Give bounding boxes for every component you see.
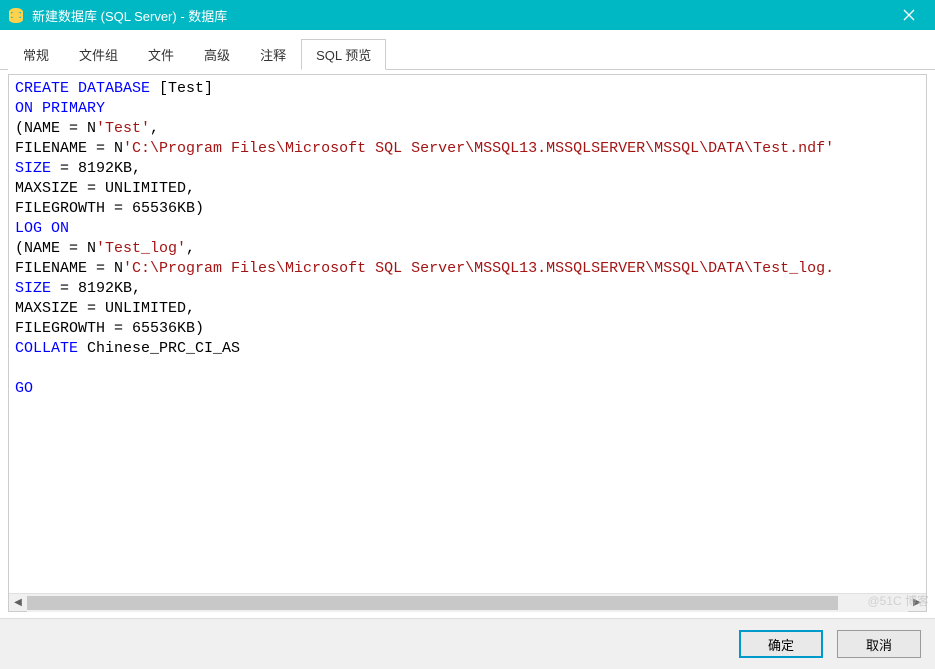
sql-token: (NAME = N [15,120,96,137]
scroll-track[interactable] [27,594,908,612]
sql-token: [Test] [150,80,213,97]
sql-token: , [186,240,195,257]
tab-comments[interactable]: 注释 [245,39,301,70]
sql-token: SIZE [15,160,51,177]
sql-token: LOG [15,220,42,237]
tab-bar: 常规 文件组 文件 高级 注释 SQL 预览 [0,30,935,70]
sql-token: , [150,120,159,137]
sql-token: CREATE [15,80,69,97]
titlebar: 新建数据库 (SQL Server) - 数据库 [0,0,935,30]
sql-token: (NAME = N [15,240,96,257]
close-icon [903,9,915,21]
horizontal-scrollbar[interactable]: ◀ ▶ [9,593,926,611]
sql-token: 'C:\Program Files\Microsoft SQL Server\M… [123,260,834,277]
sql-token: COLLATE [15,340,78,357]
sql-token: 'Test' [96,120,150,137]
sql-token: FILENAME = N [15,140,123,157]
sql-editor[interactable]: CREATE DATABASE [Test] ON PRIMARY (NAME … [9,75,926,593]
sql-token: GO [15,380,33,397]
sql-token: 'C:\Program Files\Microsoft SQL Server\M… [123,140,834,157]
sql-token: SIZE [15,280,51,297]
sql-token: FILEGROWTH = 65536KB) [15,320,204,337]
sql-editor-wrap: CREATE DATABASE [Test] ON PRIMARY (NAME … [8,74,927,612]
sql-token: 'Test_log' [96,240,186,257]
sql-token: FILEGROWTH = 65536KB) [15,200,204,217]
sql-token: = 8192KB, [51,280,141,297]
scroll-right-button[interactable]: ▶ [908,594,926,612]
sql-token: MAXSIZE = UNLIMITED, [15,300,195,317]
sql-token: ON [51,220,69,237]
scroll-left-button[interactable]: ◀ [9,594,27,612]
tab-general[interactable]: 常规 [8,39,64,70]
tab-files[interactable]: 文件 [133,39,189,70]
sql-token: PRIMARY [42,100,105,117]
scroll-thumb[interactable] [27,596,838,610]
cancel-button[interactable]: 取消 [837,630,921,658]
sql-token: FILENAME = N [15,260,123,277]
dialog-footer: 确定 取消 [0,619,935,669]
ok-button[interactable]: 确定 [739,630,823,658]
window-title: 新建数据库 (SQL Server) - 数据库 [32,6,227,25]
close-button[interactable] [886,0,931,30]
sql-token: MAXSIZE = UNLIMITED, [15,180,195,197]
database-icon [8,7,24,23]
sql-token: Chinese_PRC_CI_AS [78,340,240,357]
title-left: 新建数据库 (SQL Server) - 数据库 [8,6,227,25]
sql-token: DATABASE [78,80,150,97]
content-area: 常规 文件组 文件 高级 注释 SQL 预览 CREATE DATABASE [… [0,30,935,619]
tab-sql-preview[interactable]: SQL 预览 [301,39,386,70]
tab-filegroups[interactable]: 文件组 [64,39,133,70]
sql-token: ON [15,100,33,117]
tab-advanced[interactable]: 高级 [189,39,245,70]
sql-token: = 8192KB, [51,160,141,177]
